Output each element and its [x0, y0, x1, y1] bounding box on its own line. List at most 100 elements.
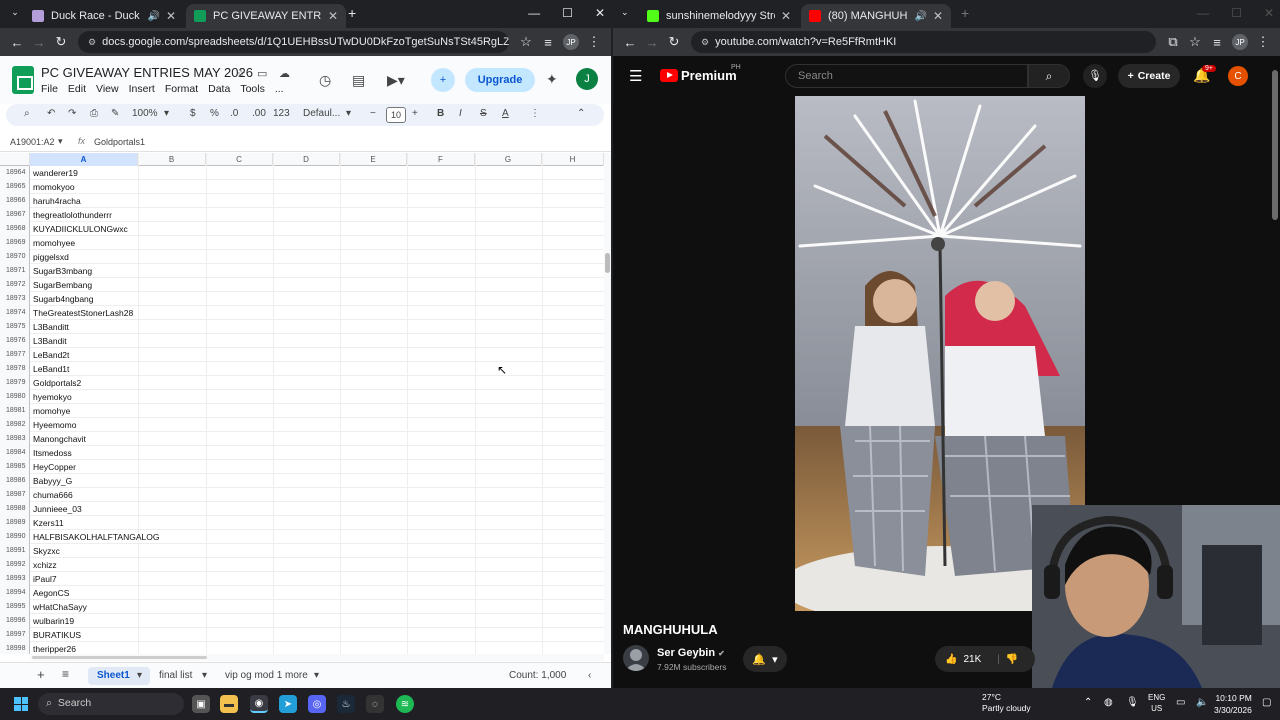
- close-tab-icon[interactable]: ✕: [933, 9, 943, 23]
- tray-chevron-icon[interactable]: ⌃: [1084, 697, 1092, 708]
- column-header[interactable]: A: [30, 153, 138, 166]
- history-icon[interactable]: ◷: [319, 72, 331, 89]
- row-number[interactable]: 18973: [0, 292, 30, 306]
- more-options-icon[interactable]: ⋮: [530, 108, 540, 119]
- zoom-select[interactable]: 100%: [132, 108, 158, 119]
- steam-icon[interactable]: ♨: [337, 695, 355, 713]
- percent-format-button[interactable]: %: [210, 108, 219, 119]
- reload-icon[interactable]: ↻: [50, 34, 72, 50]
- cell-a[interactable]: thegreatlolothunderrr: [33, 208, 112, 222]
- tab-search-icon[interactable]: ⌄: [621, 7, 629, 18]
- scrollbar-thumb[interactable]: [1272, 70, 1278, 220]
- cell-a[interactable]: LeBand2t: [33, 348, 69, 362]
- task-view-icon[interactable]: ▣: [192, 695, 210, 713]
- like-icon[interactable]: 👍: [945, 654, 957, 665]
- menu-data[interactable]: Data: [208, 83, 230, 95]
- cell-a[interactable]: SugarB3mbang: [33, 264, 92, 278]
- decrease-decimal-button[interactable]: .0: [230, 108, 238, 119]
- tab-list-icon[interactable]: ≡: [1206, 35, 1228, 50]
- cell-a[interactable]: Kzers11: [33, 516, 64, 530]
- spotify-icon[interactable]: ≋: [396, 695, 414, 713]
- dislike-icon[interactable]: 👎: [1006, 654, 1018, 665]
- youtube-logo-icon[interactable]: [660, 69, 678, 82]
- new-tab-icon[interactable]: +: [961, 5, 969, 21]
- row-number[interactable]: 18995: [0, 600, 30, 614]
- all-sheets-icon[interactable]: ≡: [62, 667, 69, 681]
- cell-a[interactable]: AegonCS: [33, 586, 69, 600]
- telegram-icon[interactable]: ➤: [279, 695, 297, 713]
- row-number[interactable]: 18982: [0, 418, 30, 432]
- row-number[interactable]: 18991: [0, 544, 30, 558]
- cell-a[interactable]: L3Bandit: [33, 334, 67, 348]
- cell-a[interactable]: momohyee: [33, 236, 75, 250]
- bookmark-star-icon[interactable]: ☆: [515, 34, 537, 50]
- account-avatar[interactable]: C: [1228, 66, 1248, 86]
- cell-a[interactable]: HALFBISAKOLHALFTANGALOG: [33, 530, 159, 544]
- increase-decimal-button[interactable]: .00: [252, 108, 266, 119]
- row-number[interactable]: 18968: [0, 222, 30, 236]
- bold-button[interactable]: B: [437, 108, 444, 119]
- volume-icon[interactable]: 🔈: [1196, 697, 1208, 708]
- meet-icon[interactable]: ▶▾: [387, 72, 405, 89]
- close-tab-icon[interactable]: ✕: [328, 9, 338, 23]
- collapse-toolbar-icon[interactable]: ⌃: [577, 108, 585, 119]
- column-header[interactable]: F: [407, 153, 475, 166]
- cell-a[interactable]: Junnieee_03: [33, 502, 82, 516]
- chevron-down-icon[interactable]: ▾: [137, 670, 142, 681]
- create-button[interactable]: + Create: [1118, 64, 1180, 88]
- bookmark-star-icon[interactable]: ☆: [1184, 34, 1206, 50]
- menu-tools[interactable]: Tools: [240, 83, 265, 95]
- row-number[interactable]: 18979: [0, 376, 30, 390]
- sheet-tab-sheet1[interactable]: Sheet1: [97, 670, 130, 681]
- document-title[interactable]: PC GIVEAWAY ENTRIES MAY 2026: [41, 65, 253, 80]
- channel-avatar[interactable]: [623, 645, 649, 671]
- speaker-icon[interactable]: 🔊: [914, 11, 926, 22]
- close-window-icon[interactable]: ✕: [1264, 6, 1274, 20]
- cell-a[interactable]: Babyyy_G: [33, 474, 72, 488]
- search-input[interactable]: Search: [785, 64, 1028, 88]
- row-number[interactable]: 18971: [0, 264, 30, 278]
- row-number[interactable]: 18969: [0, 236, 30, 250]
- discord-icon[interactable]: ◎: [308, 695, 326, 713]
- font-size-input[interactable]: 10: [386, 107, 406, 123]
- file-explorer-icon[interactable]: ▬: [220, 695, 238, 713]
- chrome-menu-icon[interactable]: ⋮: [1252, 34, 1274, 50]
- menu-file[interactable]: File: [41, 83, 58, 95]
- cell-a[interactable]: BURATIKUS: [33, 628, 81, 642]
- close-tab-icon[interactable]: ✕: [781, 9, 791, 23]
- row-number[interactable]: 18998: [0, 642, 30, 654]
- chevron-down-icon[interactable]: ▾: [164, 108, 169, 119]
- profile-avatar[interactable]: JP: [563, 34, 579, 50]
- address-bar[interactable]: ⚙ docs.google.com/spreadsheets/d/1Q1UEHB…: [78, 31, 509, 53]
- cell-a[interactable]: xchizz: [33, 558, 57, 572]
- hamburger-menu-icon[interactable]: ☰: [629, 67, 642, 85]
- undo-icon[interactable]: ↶: [47, 108, 55, 119]
- tab-search-icon[interactable]: ⌄: [4, 7, 26, 18]
- chrome-icon[interactable]: ◉: [250, 695, 268, 713]
- row-number[interactable]: 18992: [0, 558, 30, 572]
- menu-insert[interactable]: Insert: [129, 83, 155, 95]
- forward-icon[interactable]: →: [28, 35, 50, 50]
- font-size-minus-icon[interactable]: −: [370, 108, 376, 119]
- cell-a[interactable]: Sugarb4ngbang: [33, 292, 94, 306]
- more-formats-button[interactable]: 123: [273, 108, 290, 119]
- tab-youtube[interactable]: (80) MANGHUHULA - YouT 🔊 ✕: [801, 4, 951, 28]
- font-size-plus-icon[interactable]: +: [412, 108, 418, 119]
- paint-format-icon[interactable]: ✎: [111, 108, 119, 119]
- tab-list-icon[interactable]: ≡: [537, 35, 559, 50]
- row-number[interactable]: 18983: [0, 432, 30, 446]
- row-number[interactable]: 18967: [0, 208, 30, 222]
- column-header[interactable]: E: [340, 153, 407, 166]
- cell-a[interactable]: SugarBembang: [33, 278, 92, 292]
- tab-sheets[interactable]: PC GIVEAWAY ENTRIES MAY 20 ✕: [186, 4, 346, 28]
- cell-a[interactable]: Goldportals2: [33, 376, 81, 390]
- row-number[interactable]: 18965: [0, 180, 30, 194]
- notification-center-icon[interactable]: ▢: [1262, 697, 1271, 708]
- chevron-down-icon[interactable]: ▾: [58, 136, 63, 147]
- maximize-icon[interactable]: ☐: [1231, 6, 1242, 20]
- search-menus-icon[interactable]: ⌕: [24, 108, 30, 119]
- cell-a[interactable]: KUYADIICKLULONGwxc: [33, 222, 128, 236]
- chevron-down-icon[interactable]: ▾: [314, 670, 319, 681]
- row-number[interactable]: 18964: [0, 166, 30, 180]
- menu-more[interactable]: ...: [275, 83, 284, 95]
